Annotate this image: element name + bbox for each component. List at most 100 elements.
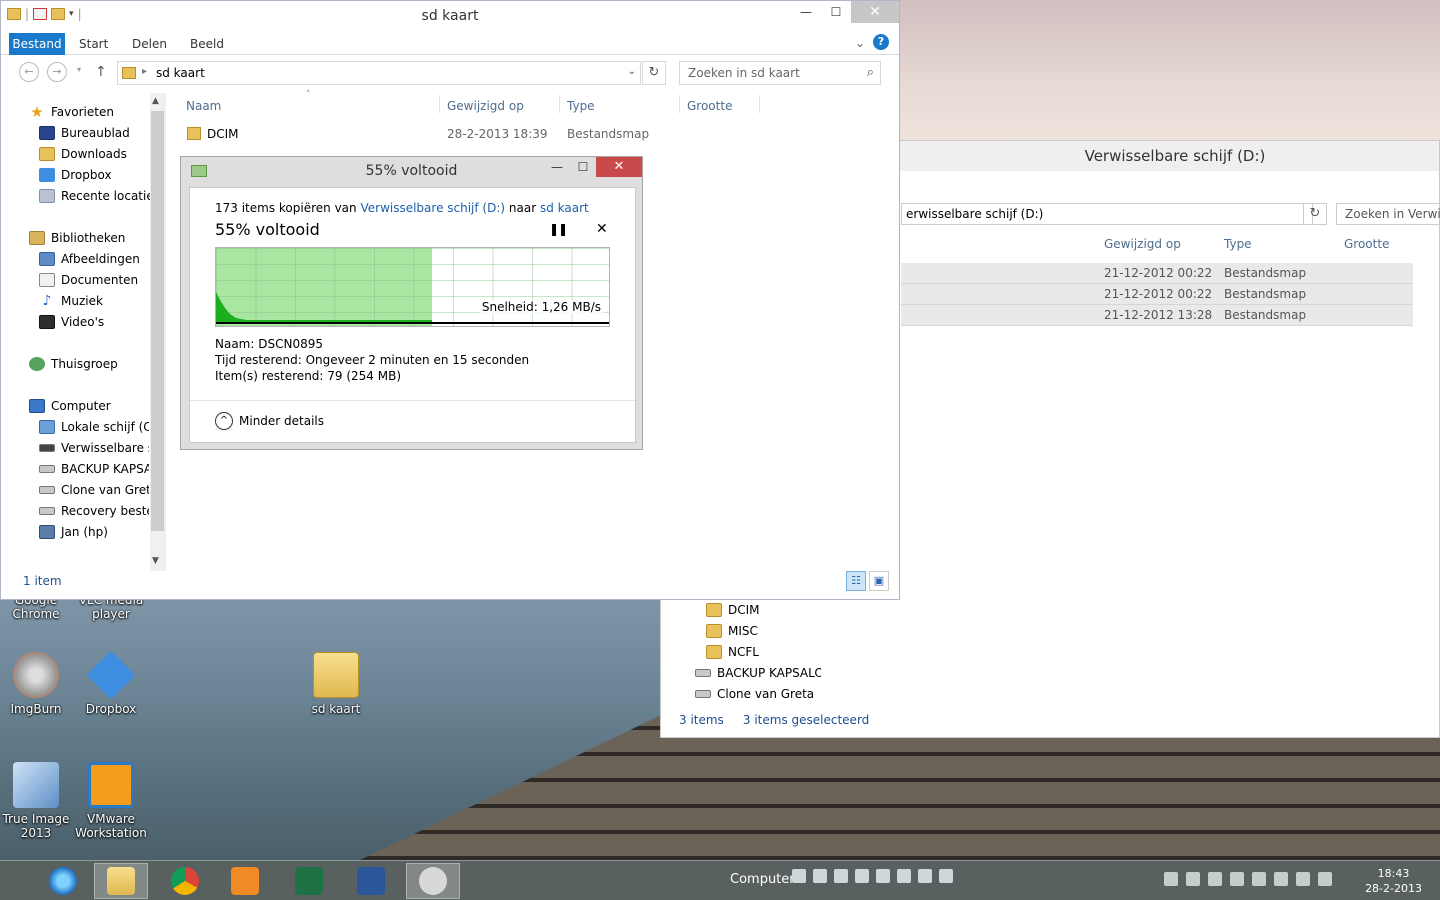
nav-videos[interactable]: Video's bbox=[39, 311, 166, 332]
drive-icon[interactable] bbox=[876, 869, 890, 883]
refresh-button[interactable]: ↻ bbox=[642, 61, 666, 85]
back-column-type[interactable]: Type bbox=[1224, 237, 1252, 251]
tray-icon[interactable] bbox=[1164, 872, 1178, 886]
tab-beeld[interactable]: Beeld bbox=[190, 37, 224, 51]
scrollbar-thumb[interactable] bbox=[151, 111, 164, 531]
nav-afbeeldingen[interactable]: Afbeeldingen bbox=[39, 248, 166, 269]
maximize-button[interactable]: ☐ bbox=[821, 1, 851, 23]
scroll-up-icon[interactable]: ▲ bbox=[152, 96, 159, 106]
tree-item[interactable]: MISC bbox=[661, 620, 821, 641]
recent-locations-icon[interactable]: ▾ bbox=[77, 65, 81, 74]
drive-icon[interactable] bbox=[897, 869, 911, 883]
drive-icon[interactable] bbox=[939, 869, 953, 883]
taskbar-copy[interactable] bbox=[406, 863, 460, 899]
tree-item[interactable]: NCFL bbox=[661, 641, 821, 662]
minimize-button[interactable]: — bbox=[544, 157, 570, 177]
tray-icon[interactable] bbox=[1230, 872, 1244, 886]
dropbox-icon[interactable] bbox=[1186, 872, 1200, 886]
help-icon[interactable]: ? bbox=[873, 34, 889, 50]
nav-muziek[interactable]: ♪ Muziek bbox=[39, 290, 166, 311]
tab-delen[interactable]: Delen bbox=[132, 37, 167, 51]
details-view-button[interactable]: ☷ bbox=[846, 571, 866, 591]
nav-documenten[interactable]: Documenten bbox=[39, 269, 166, 290]
desktop-icon-true-image[interactable]: True Image 2013 bbox=[0, 762, 72, 840]
column-divider[interactable] bbox=[439, 95, 440, 113]
nav-network-jan[interactable]: Jan (hp) bbox=[39, 521, 149, 542]
drive-icon[interactable] bbox=[834, 869, 848, 883]
desktop-icon-imgburn[interactable]: ImgBurn bbox=[0, 652, 72, 716]
taskbar-chrome[interactable] bbox=[158, 863, 212, 899]
column-divider[interactable] bbox=[759, 95, 760, 113]
nav-drive-clone[interactable]: Clone van Greta bbox=[39, 479, 149, 500]
tree-item[interactable]: BACKUP KAPSALON bbox=[661, 662, 821, 683]
tree-item[interactable]: Clone van Greta bbox=[661, 683, 821, 704]
minimize-button[interactable]: — bbox=[791, 1, 821, 23]
maximize-button[interactable]: ☐ bbox=[570, 157, 596, 177]
back-button[interactable]: ← bbox=[19, 62, 39, 82]
drive-icon[interactable] bbox=[792, 869, 806, 883]
forward-button[interactable]: → bbox=[47, 62, 67, 82]
up-button[interactable]: ↑ bbox=[95, 64, 107, 80]
copy-progress-dialog[interactable]: 55% voltooid — ☐ ✕ 173 items kopiëren va… bbox=[180, 156, 643, 450]
less-details-button[interactable]: ^ Minder details bbox=[215, 412, 324, 430]
column-grootte[interactable]: Grootte bbox=[687, 99, 732, 113]
search-input[interactable]: Zoeken in sd kaart ⌕ bbox=[679, 61, 881, 85]
nav-dropbox[interactable]: Dropbox bbox=[39, 164, 166, 185]
desktop-icon-sd-kaart[interactable]: sd kaart bbox=[300, 652, 372, 716]
tray-icon[interactable] bbox=[1252, 872, 1266, 886]
taskbar-excel[interactable] bbox=[282, 863, 336, 899]
volume-icon[interactable] bbox=[1318, 872, 1332, 886]
nav-drive-backup[interactable]: BACKUP KAPSALON bbox=[39, 458, 149, 479]
taskbar-ie[interactable] bbox=[36, 863, 90, 899]
close-button[interactable]: ✕ bbox=[851, 1, 899, 23]
nav-drive-c[interactable]: Lokale schijf (C:) bbox=[39, 416, 149, 437]
nav-recente-locaties[interactable]: Recente locaties bbox=[39, 185, 166, 206]
taskbar-media[interactable] bbox=[218, 863, 272, 899]
desktop-icon-dropbox[interactable]: Dropbox bbox=[75, 650, 147, 716]
drive-icon[interactable] bbox=[813, 869, 827, 883]
source-link[interactable]: Verwisselbare schijf (D:) bbox=[360, 201, 505, 215]
clock[interactable]: 18:43 28-2-2013 bbox=[1365, 866, 1422, 896]
chevron-down-icon[interactable]: ⌄ bbox=[628, 66, 636, 77]
search-icon[interactable]: ⌕ bbox=[867, 65, 874, 80]
back-column-size[interactable]: Grootte bbox=[1344, 237, 1389, 251]
toolbar-computer[interactable]: Computer bbox=[730, 872, 795, 887]
nav-bibliotheken[interactable]: Bibliotheken bbox=[29, 227, 166, 248]
nav-drive-removable[interactable]: Verwisselbare schijf bbox=[39, 437, 149, 458]
nav-computer[interactable]: Computer bbox=[29, 395, 166, 416]
tab-bestand[interactable]: Bestand bbox=[9, 33, 65, 55]
pause-button[interactable]: ❚❚ bbox=[549, 222, 568, 236]
back-address-bar[interactable]: erwisselbare schijf (D:) bbox=[901, 203, 1313, 225]
back-table-row[interactable]: 21-12-2012 13:28 Bestandsmap bbox=[901, 305, 1413, 326]
nav-favorieten[interactable]: ★ Favorieten bbox=[29, 101, 166, 122]
scroll-down-icon[interactable]: ▼ bbox=[152, 556, 159, 566]
taskbar-word[interactable] bbox=[344, 863, 398, 899]
taskbar-explorer[interactable] bbox=[94, 863, 148, 899]
tree-item[interactable]: DCIM bbox=[661, 599, 821, 620]
close-button[interactable]: ✕ bbox=[596, 157, 642, 177]
flag-icon[interactable] bbox=[1274, 872, 1288, 886]
nav-downloads[interactable]: Downloads bbox=[39, 143, 166, 164]
cancel-button[interactable]: ✕ bbox=[596, 221, 608, 237]
destination-link[interactable]: sd kaart bbox=[540, 201, 589, 215]
desktop-icon-vmware[interactable]: VMware Workstation bbox=[75, 762, 147, 840]
breadcrumb-arrow-icon[interactable]: ▸ bbox=[142, 66, 147, 77]
column-divider[interactable] bbox=[679, 95, 680, 113]
title-bar[interactable]: | ▾ | sd kaart — ☐ ✕ bbox=[1, 1, 899, 31]
back-table-row[interactable]: 21-12-2012 00:22 Bestandsmap bbox=[901, 263, 1413, 284]
large-icons-view-button[interactable]: ▣ bbox=[869, 571, 889, 591]
back-column-modified[interactable]: Gewijzigd op bbox=[1104, 237, 1181, 251]
column-divider[interactable] bbox=[559, 95, 560, 113]
column-naam[interactable]: Naam bbox=[186, 99, 221, 113]
nav-bureaublad[interactable]: Bureaublad bbox=[39, 122, 166, 143]
tray-icon[interactable] bbox=[1208, 872, 1222, 886]
column-gewijzigd[interactable]: Gewijzigd op bbox=[447, 99, 524, 113]
back-refresh-icon[interactable]: ↻ bbox=[1303, 203, 1327, 225]
nav-scrollbar[interactable]: ▲ ▼ bbox=[150, 93, 166, 571]
column-type[interactable]: Type bbox=[567, 99, 595, 113]
drive-icon[interactable] bbox=[855, 869, 869, 883]
breadcrumb[interactable]: sd kaart bbox=[156, 66, 205, 80]
dialog-title-bar[interactable]: 55% voltooid — ☐ ✕ bbox=[181, 157, 642, 183]
back-table-row[interactable]: 21-12-2012 00:22 Bestandsmap bbox=[901, 284, 1413, 305]
tab-start[interactable]: Start bbox=[79, 37, 108, 51]
